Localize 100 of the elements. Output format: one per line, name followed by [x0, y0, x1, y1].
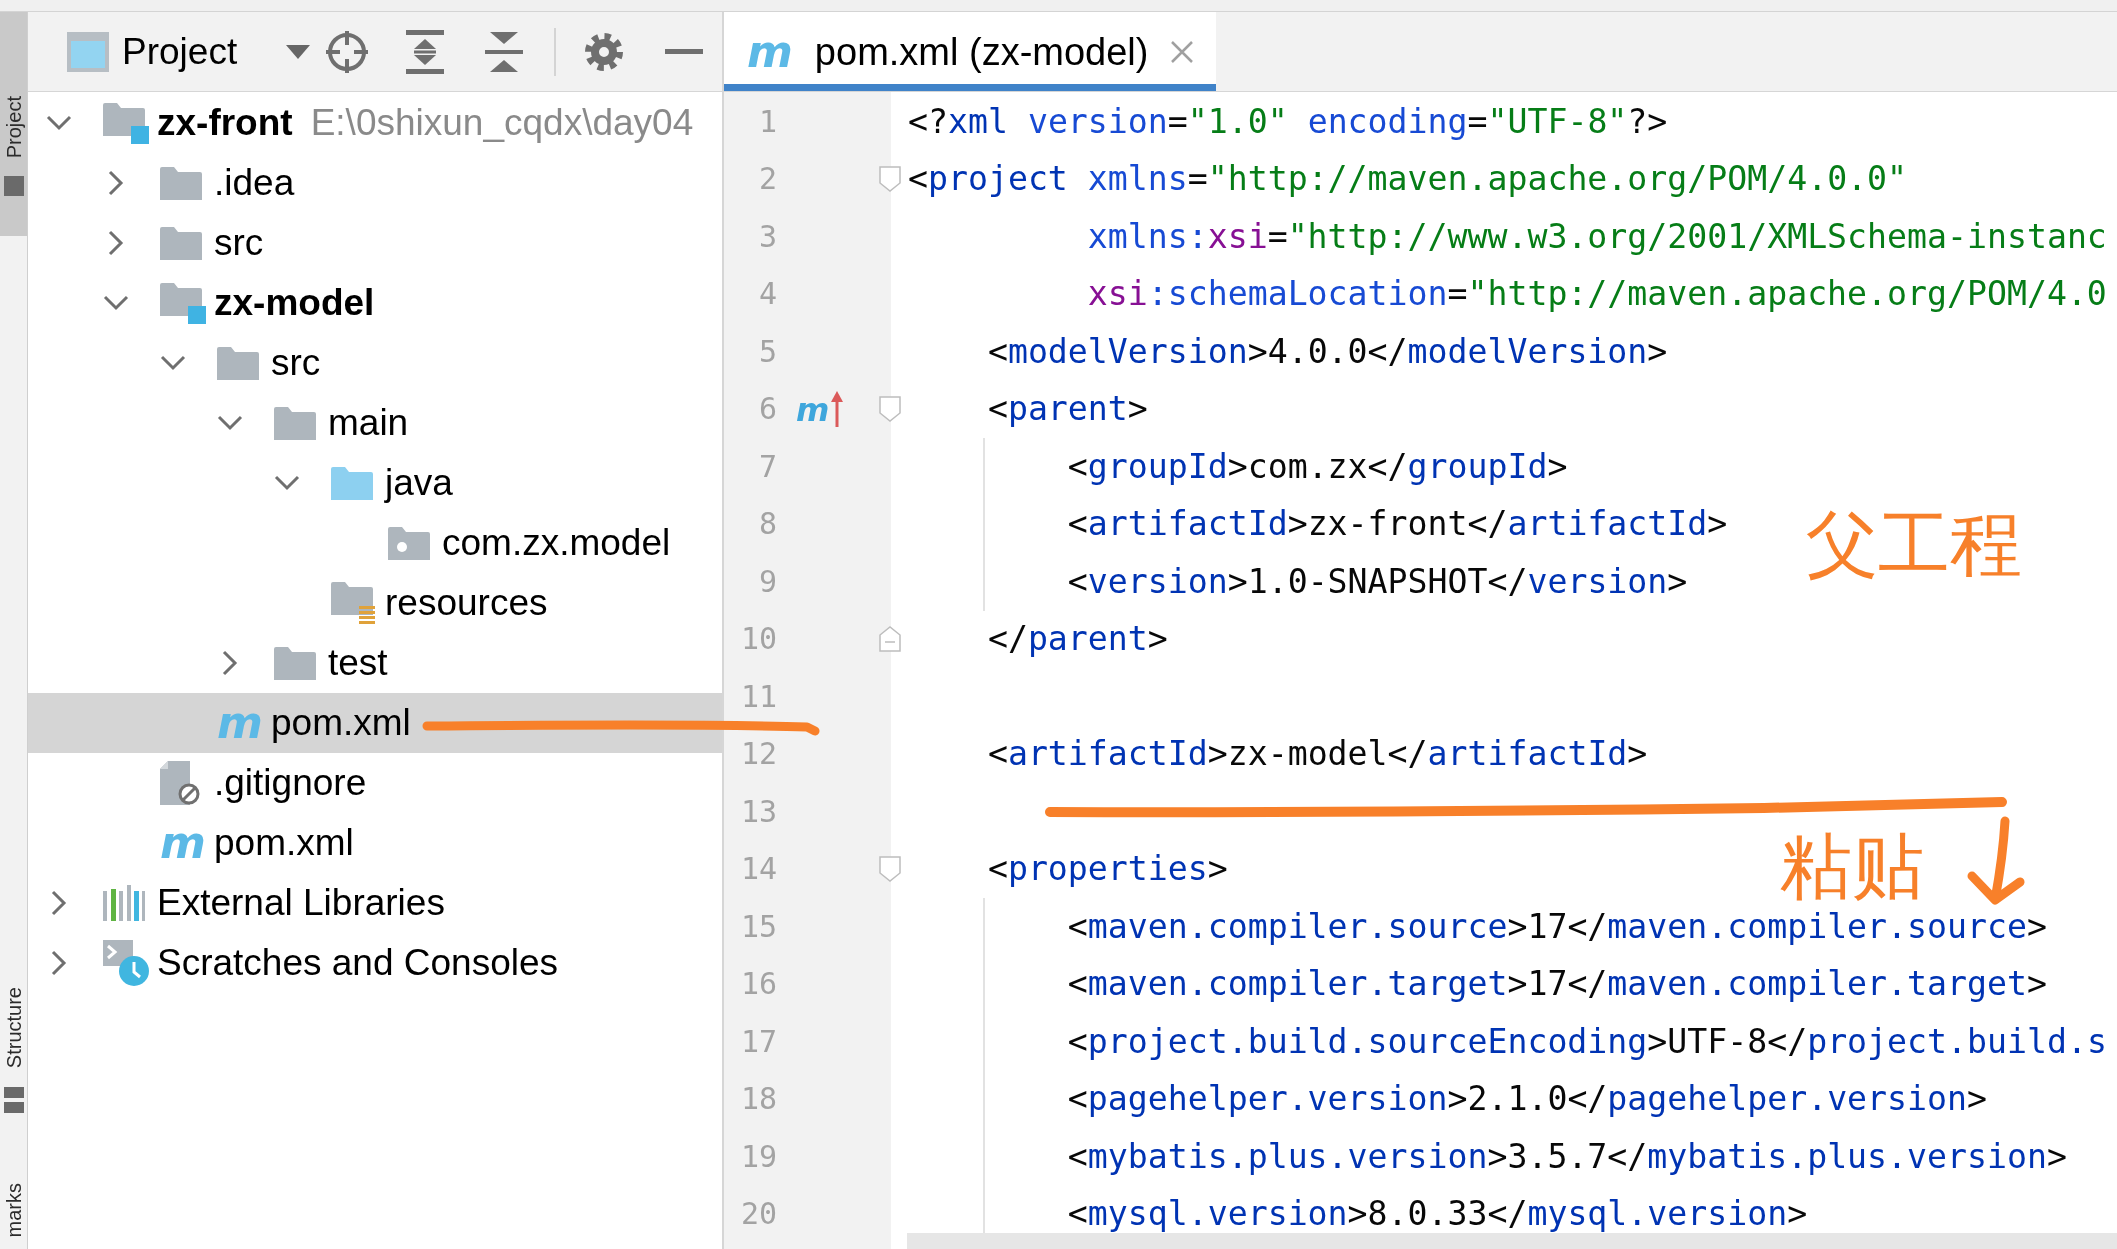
ignored-file-icon — [160, 761, 200, 805]
line-number: 17 — [739, 1024, 777, 1059]
line-number: 15 — [739, 909, 777, 944]
line-number: 20 — [739, 1197, 777, 1232]
tree-item[interactable]: Scratches and Consoles — [28, 933, 722, 993]
tree-item[interactable]: m pom.xml — [28, 813, 722, 873]
folder-icon — [274, 406, 316, 440]
code-line: </parent> — [987, 622, 1168, 657]
close-icon[interactable] — [1170, 39, 1195, 64]
line-number: 2 — [757, 162, 777, 197]
module-folder-icon — [160, 282, 206, 324]
fold-marker-icon[interactable] — [879, 166, 901, 193]
code-line: <artifactId>zx-model</artifactId> — [987, 737, 1648, 772]
line-number: 7 — [757, 449, 777, 484]
tree-item[interactable]: zx-model — [28, 273, 722, 333]
fold-marker-icon[interactable] — [879, 626, 901, 653]
code-line: <properties> — [987, 852, 1228, 887]
code-line: <project.build.sourceEncoding>UTF-8</project.build.s — [1067, 1024, 2107, 1059]
terminal-clock-icon — [103, 940, 149, 986]
code-line: <modelVersion>4.0.0</modelVersion> — [987, 334, 1668, 369]
fold-marker-icon[interactable] — [879, 396, 901, 423]
tree-item[interactable]: main — [28, 393, 722, 453]
minimize-icon[interactable] — [665, 49, 704, 54]
view-dropdown[interactable]: Project — [67, 29, 311, 74]
folder-icon — [160, 166, 202, 200]
tree-item[interactable]: test — [28, 633, 722, 693]
tree-item[interactable]: zx-front E:\0shixun_cqdx\day04 — [28, 93, 722, 153]
crosshair-icon[interactable] — [326, 30, 369, 73]
module-folder-icon — [103, 102, 149, 144]
code-line: <mysql.version>8.0.33</mysql.version> — [1067, 1197, 1808, 1232]
tool-window-tab[interactable]: Structure — [0, 981, 27, 1113]
code-line: <maven.compiler.source>17</maven.compiler.source> — [1067, 909, 2047, 944]
chevron-down-icon[interactable] — [217, 415, 243, 431]
folder-icon — [331, 466, 373, 500]
annotation-text: 粘贴 — [1780, 830, 1924, 902]
code-line: <mybatis.plus.version>3.5.7</mybatis.plus.version> — [1067, 1139, 2067, 1174]
line-number: 19 — [739, 1139, 777, 1174]
collapse-all-icon[interactable] — [485, 31, 524, 72]
chevron-right-icon[interactable] — [222, 650, 238, 676]
line-number: 9 — [757, 564, 777, 599]
code-line: <pagehelper.version>2.1.0</pagehelper.version> — [1067, 1082, 1987, 1117]
path-text: E:\0shixun_cqdx\day04 — [310, 101, 694, 145]
code-line: xsi:schemaLocation="http://maven.apache.org/POM/4.0 — [1087, 277, 2107, 312]
blocks-icon — [3, 1086, 24, 1113]
folder-icon — [160, 226, 202, 260]
fold-marker-icon[interactable] — [879, 856, 901, 883]
line-number: 11 — [739, 679, 777, 714]
line-number: 12 — [739, 737, 777, 772]
line-number: 5 — [757, 334, 777, 369]
chevron-right-icon[interactable] — [51, 890, 67, 916]
code-line: <artifactId>zx-front</artifactId> — [1067, 507, 1728, 542]
line-number: 4 — [757, 277, 777, 312]
code-line: <version>1.0-SNAPSHOT</version> — [1067, 564, 1688, 599]
square-icon — [3, 176, 24, 196]
line-number: 8 — [757, 507, 777, 542]
tree-item[interactable]: External Libraries — [28, 873, 722, 933]
caret-icon — [286, 44, 311, 59]
chevron-down-icon[interactable] — [46, 115, 72, 131]
chevron-right-icon[interactable] — [108, 170, 124, 196]
code-line: <maven.compiler.target>17</maven.compiler.target> — [1067, 967, 2047, 1002]
line-number: 1 — [757, 104, 777, 139]
horizontal-scrollbar[interactable] — [907, 1233, 2117, 1249]
tree-item[interactable]: .idea — [28, 153, 722, 213]
tree-item[interactable]: resources — [28, 573, 722, 633]
tree-item[interactable]: src — [28, 213, 722, 273]
chevron-down-icon[interactable] — [274, 475, 300, 491]
chevron-down-icon[interactable] — [103, 295, 129, 311]
library-icon — [103, 885, 145, 921]
code-line: xmlns:xsi="http://www.w3.org/2001/XMLSchema-instanc — [1087, 219, 2107, 254]
code-line: <?xml version="1.0" encoding="UTF-8"?> — [908, 104, 1668, 139]
folder-icon — [217, 346, 259, 380]
chevron-right-icon[interactable] — [51, 950, 67, 976]
m-icon: m — [160, 823, 206, 863]
code-line: <project xmlns="http://maven.apache.org/POM/4.0.0" — [908, 162, 1908, 197]
settings-icon[interactable] — [584, 31, 625, 72]
tree-item[interactable]: src — [28, 333, 722, 393]
chevron-right-icon[interactable] — [108, 230, 124, 256]
folder-icon — [274, 646, 316, 680]
m-icon: m — [217, 703, 263, 743]
tool-window-tab[interactable]: Project — [0, 12, 27, 236]
line-number: 6 — [757, 392, 777, 427]
resources-folder-icon — [331, 582, 375, 624]
line-number: 16 — [739, 967, 777, 1002]
line-number: 13 — [739, 794, 777, 829]
line-number: 3 — [757, 219, 777, 254]
m-icon: m — [747, 31, 793, 72]
editor-tab[interactable]: m pom.xml (zx-model) — [724, 12, 1217, 91]
tree-item[interactable]: m pom.xml — [28, 693, 722, 753]
tool-window-tab[interactable]: marks — [0, 1182, 27, 1249]
line-number: 18 — [739, 1082, 777, 1117]
code-line: <parent> — [987, 392, 1148, 427]
tree-item[interactable]: .gitignore — [28, 753, 722, 813]
annotation-text: 父工程 — [1806, 508, 2022, 580]
expand-all-icon[interactable] — [406, 29, 445, 74]
chevron-down-icon[interactable] — [160, 355, 186, 371]
window-icon — [67, 31, 109, 72]
tree-item[interactable]: com.zx.model — [28, 513, 722, 573]
line-number: 10 — [739, 622, 777, 657]
code-line: <groupId>com.zx</groupId> — [1067, 449, 1568, 484]
tree-item[interactable]: java — [28, 453, 722, 513]
